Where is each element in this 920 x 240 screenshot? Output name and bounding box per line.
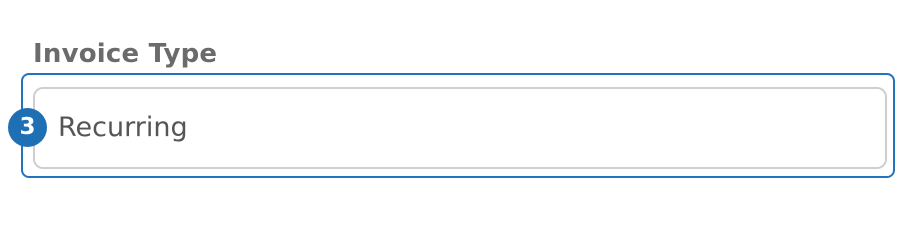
- invoice-type-value[interactable]: Recurring: [58, 111, 188, 145]
- invoice-type-label: Invoice Type: [33, 39, 218, 69]
- step-number-badge: 3: [8, 108, 47, 147]
